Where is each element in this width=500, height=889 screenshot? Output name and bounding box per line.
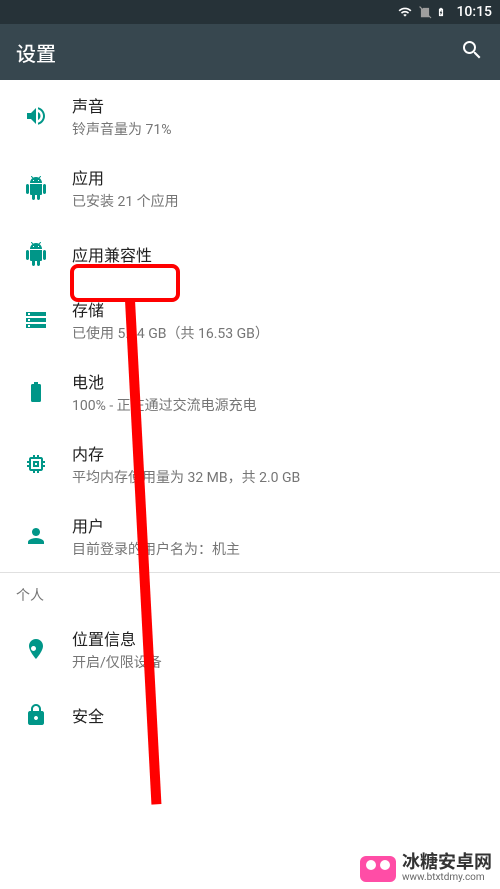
- watermark-logo-icon: [360, 856, 396, 882]
- item-title: 用户: [72, 513, 484, 537]
- item-subtitle: 已使用 5.04 GB（共 16.53 GB）: [72, 323, 484, 343]
- settings-item-sound[interactable]: 声音 铃声音量为 71%: [0, 80, 500, 152]
- search-icon[interactable]: [460, 38, 484, 66]
- item-subtitle: 已安装 21 个应用: [72, 191, 484, 211]
- no-sim-icon: [418, 5, 432, 19]
- settings-list: 声音 铃声音量为 71% 应用 已安装 21 个应用 应用兼容性 存储 已使用 …: [0, 80, 500, 745]
- settings-item-location[interactable]: 位置信息 开启/仅限设备: [0, 613, 500, 685]
- settings-item-storage[interactable]: 存储 已使用 5.04 GB（共 16.53 GB）: [0, 284, 500, 356]
- item-subtitle: 铃声音量为 71%: [72, 119, 484, 139]
- location-icon: [0, 637, 72, 661]
- status-bar: 10:15: [0, 0, 500, 24]
- storage-icon: [0, 308, 72, 332]
- item-title: 安全: [72, 703, 484, 727]
- wifi-icon: [396, 5, 414, 19]
- settings-item-battery[interactable]: 电池 100% - 正在通过交流电源充电: [0, 356, 500, 428]
- item-subtitle: 开启/仅限设备: [72, 652, 484, 672]
- item-subtitle: 100% - 正在通过交流电源充电: [72, 395, 484, 415]
- android-icon: [0, 176, 72, 200]
- item-title: 声音: [72, 93, 484, 117]
- item-title: 应用兼容性: [72, 242, 484, 266]
- section-header-personal: 个人: [0, 573, 500, 613]
- item-title: 应用: [72, 165, 484, 189]
- watermark: 冰糖安卓网 www.btxtdmy.com: [360, 854, 492, 883]
- volume-icon: [0, 104, 72, 128]
- clock-text: 10:15: [456, 4, 492, 20]
- watermark-brand: 冰糖安卓网: [402, 854, 492, 872]
- lock-icon: [0, 703, 72, 727]
- battery-icon: [0, 380, 72, 404]
- item-title: 位置信息: [72, 626, 484, 650]
- item-subtitle: 目前登录的用户名为：机主: [72, 539, 484, 559]
- settings-item-users[interactable]: 用户 目前登录的用户名为：机主: [0, 500, 500, 572]
- item-title: 存储: [72, 297, 484, 321]
- settings-item-memory[interactable]: 内存 平均内存使用量为 32 MB，共 2.0 GB: [0, 428, 500, 500]
- settings-item-apps[interactable]: 应用 已安装 21 个应用: [0, 152, 500, 224]
- item-subtitle: 平均内存使用量为 32 MB，共 2.0 GB: [72, 467, 484, 487]
- watermark-url: www.btxtdmy.com: [402, 872, 492, 883]
- memory-icon: [0, 452, 72, 476]
- item-title: 电池: [72, 369, 484, 393]
- person-icon: [0, 524, 72, 548]
- settings-item-security[interactable]: 安全: [0, 685, 500, 745]
- battery-charging-icon: [436, 4, 446, 20]
- android-icon: [0, 242, 72, 266]
- app-bar: 设置: [0, 24, 500, 80]
- settings-item-app-compat[interactable]: 应用兼容性: [0, 224, 500, 284]
- item-title: 内存: [72, 441, 484, 465]
- page-title: 设置: [16, 38, 56, 67]
